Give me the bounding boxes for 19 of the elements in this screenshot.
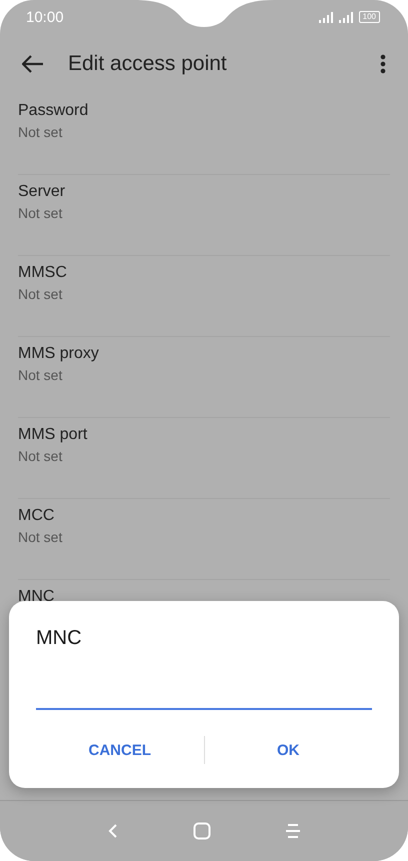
status-time: 10:00 bbox=[26, 8, 64, 26]
screen-title: Edit access point bbox=[68, 52, 228, 76]
more-options-icon[interactable] bbox=[380, 54, 386, 74]
dialog-title: MNC bbox=[36, 627, 83, 650]
dialog-button[interactable]: OK bbox=[204, 732, 372, 768]
dialog-button[interactable]: CANCEL bbox=[36, 732, 204, 768]
back-icon[interactable] bbox=[107, 823, 119, 839]
setting-item[interactable]: MCC Not set bbox=[18, 499, 390, 580]
signal-icon bbox=[338, 12, 353, 22]
setting-item[interactable]: Password Not set bbox=[18, 94, 390, 175]
setting-item[interactable]: MMS proxy Not set bbox=[18, 337, 390, 418]
setting-item[interactable]: Server Not set bbox=[18, 175, 390, 256]
signal-icon bbox=[318, 12, 333, 22]
home-icon[interactable] bbox=[193, 822, 211, 840]
back-arrow-icon[interactable] bbox=[22, 55, 44, 73]
menu-icon[interactable] bbox=[285, 823, 301, 839]
setting-item[interactable]: MMS port Not set bbox=[18, 418, 390, 499]
setting-item[interactable]: MMSC Not set bbox=[18, 256, 390, 337]
battery-level: 100 bbox=[358, 11, 380, 23]
